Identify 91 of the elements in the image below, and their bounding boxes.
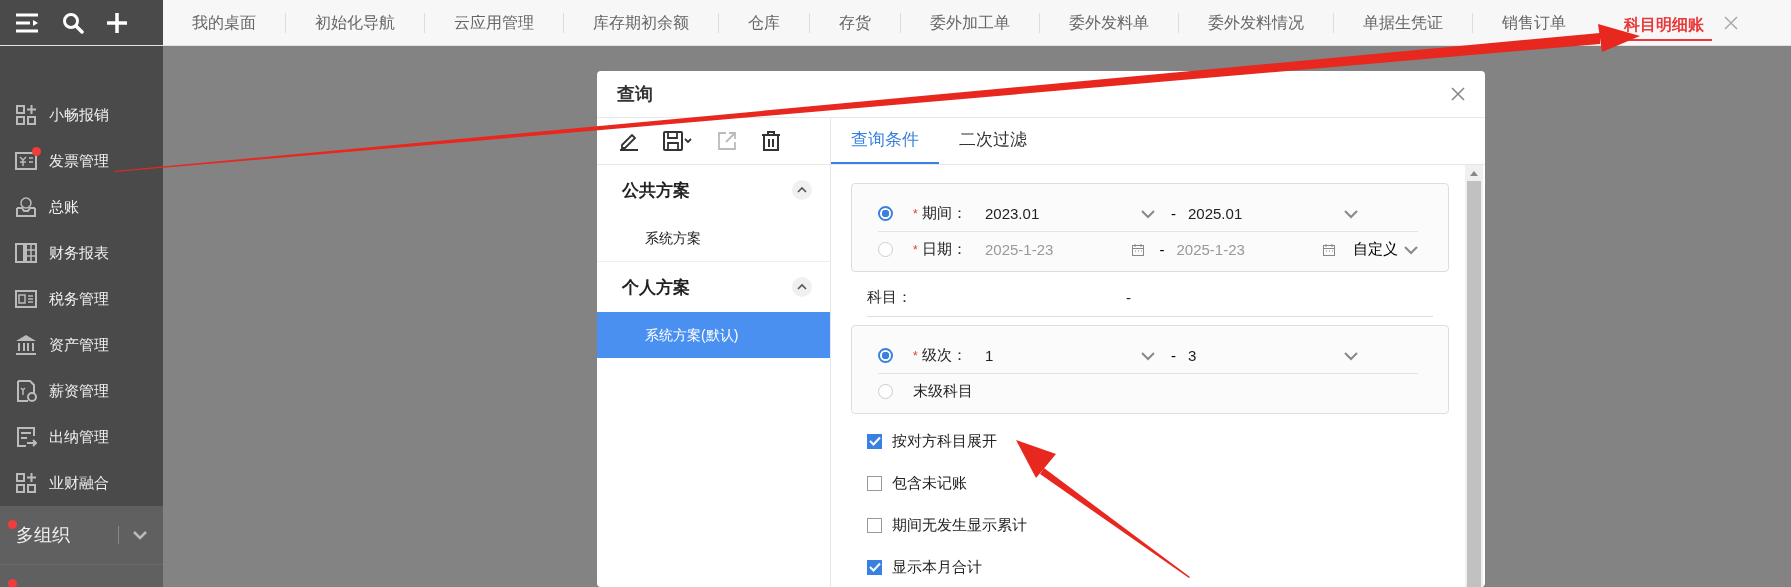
plus-icon[interactable] [106,11,128,34]
save-dropdown-icon[interactable] [663,131,693,151]
field-label: 末级科目 [913,382,973,399]
tab[interactable]: 我的桌面 [163,12,285,33]
scrollbar-thumb[interactable] [1467,181,1481,587]
ledger-icon [15,242,37,264]
sidebar-item[interactable]: 小畅报销 [0,92,163,138]
range-separator: - [1126,288,1131,306]
organization-label: 多组织 [16,524,71,547]
trash-icon[interactable] [761,131,781,151]
range-separator: - [1171,205,1176,222]
tab[interactable]: 委外发料情况 [1178,12,1333,33]
checkbox-label: 期间无发生显示累计 [892,515,1027,535]
chevron-up-icon[interactable] [792,277,812,297]
tab[interactable]: 云应用管理 [424,12,563,33]
tax-card-icon [15,288,37,310]
range-separator: - [1171,347,1176,364]
tab[interactable]: 二次过滤 [939,118,1047,164]
menu-icon[interactable] [14,11,40,34]
radio-button[interactable] [878,348,893,363]
tab[interactable]: 委外发料单 [1039,12,1178,33]
tab[interactable]: 委外加工单 [900,12,1039,33]
document-gear-icon [15,380,37,402]
checkbox[interactable] [867,475,882,491]
chevron-down-icon[interactable] [1141,350,1155,361]
organization-switch[interactable]: 多组织 [0,506,163,564]
checkbox[interactable] [867,433,882,449]
scheme-item[interactable]: 系统方案 [597,215,830,261]
scheme-item[interactable]: 系统方案(默认) [597,312,830,358]
calendar-icon[interactable] [1323,243,1335,256]
chevron-down-icon[interactable] [1141,208,1155,219]
chevron-down-icon[interactable] [1404,244,1418,255]
dialog-title: 查询 [617,83,653,106]
tab[interactable]: 存货 [809,12,900,33]
sidebar-item[interactable]: 发票管理 [0,138,163,184]
field-value[interactable]: 1 [985,347,1141,364]
search-icon[interactable] [62,11,84,34]
checkbox-label: 包含未记账 [892,473,967,493]
tray-icon [15,196,37,218]
radio-button[interactable] [878,206,893,221]
tab[interactable]: 销售订单 [1472,12,1595,33]
sidebar-item[interactable]: 业财融合 [0,460,163,506]
notification-dot [8,579,17,587]
chevron-down-icon[interactable] [133,530,147,540]
radio-button[interactable] [878,242,893,257]
sidebar-item[interactable]: 税务管理 [0,276,163,322]
chevron-up-icon[interactable] [792,180,812,200]
invoice-icon [15,150,37,172]
scroll-up-icon[interactable] [1470,170,1478,176]
field-value[interactable]: 2025.01 [1188,205,1344,222]
close-icon[interactable] [1451,87,1465,101]
checkbox[interactable] [867,517,882,533]
chevron-down-icon[interactable] [1344,350,1358,361]
field-label: 级次： [921,346,967,363]
field-value[interactable]: 3 [1188,347,1344,364]
grid-plus-icon [15,472,37,494]
bank-building-icon [15,334,37,356]
document-arrow-icon [15,426,37,448]
dropdown-value: 自定义 [1353,240,1398,259]
calendar-icon[interactable] [1131,243,1144,256]
sidebar-item[interactable]: 财务报表 [0,230,163,276]
checkbox-label: 按对方科目展开 [892,431,997,451]
tab[interactable]: 仓库 [718,12,809,33]
section-title: 公共方案 [622,179,690,202]
field-label: 日期： [921,240,967,257]
sidebar-item[interactable]: 出纳管理 [0,414,163,460]
field-value[interactable]: 2023.01 [985,205,1141,222]
tab[interactable]: 初始化导航 [285,12,424,33]
export-icon[interactable] [717,131,737,151]
section-title: 个人方案 [622,276,690,299]
checkbox[interactable] [867,559,882,575]
checkbox-label: 显示本月合计 [892,557,982,577]
sidebar-item[interactable]: 总账 [0,184,163,230]
grid-plus-icon [15,104,37,126]
required-mark: * [913,349,918,363]
required-mark: * [913,207,918,221]
scrollbar[interactable] [1465,165,1483,587]
sidebar-item[interactable]: 资产管理 [0,322,163,368]
field-label: 期间： [921,204,967,221]
tab[interactable]: 库存期初余额 [563,12,718,33]
range-separator: - [1159,241,1165,258]
sidebar-item[interactable]: 薪资管理 [0,368,163,414]
radio-button[interactable] [878,384,893,399]
required-mark: * [913,243,918,257]
tab[interactable]: 查询条件 [831,118,939,164]
tab[interactable]: 单据生凭证 [1333,12,1472,33]
dropdown[interactable]: 自定义 [1353,240,1418,259]
pencil-icon[interactable] [619,131,639,151]
chevron-down-icon[interactable] [1344,208,1358,219]
field-label: 科目： [867,287,913,307]
close-icon[interactable] [1724,15,1738,30]
